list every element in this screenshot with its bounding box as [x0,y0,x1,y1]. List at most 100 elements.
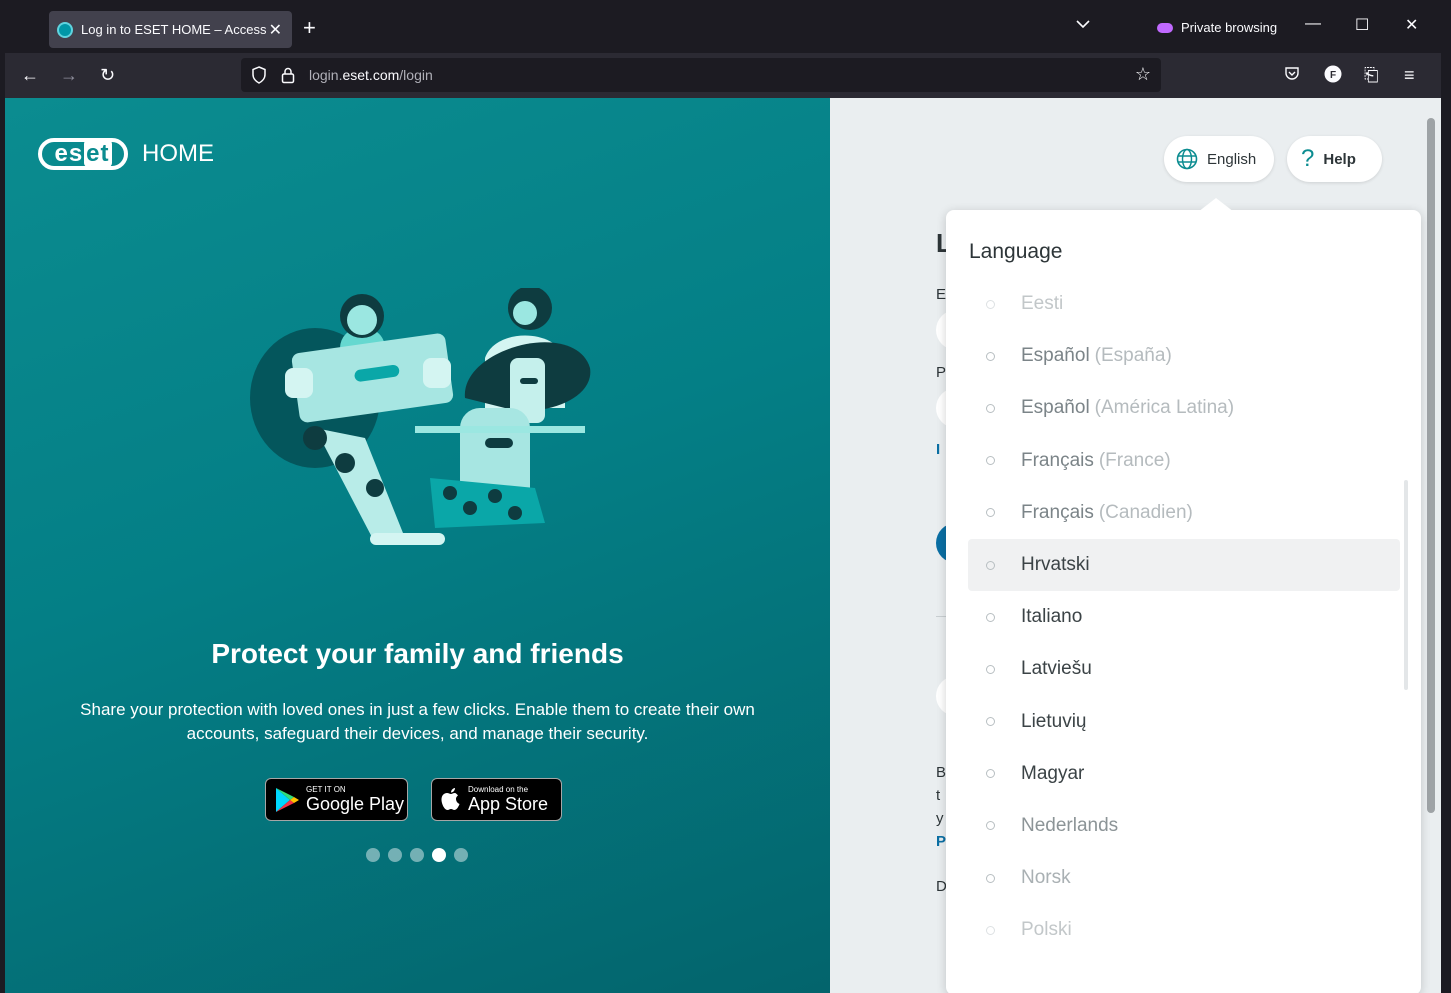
extensions-icon[interactable]: ⎗ [1364,65,1378,85]
terms-text-fragment-3: y [936,810,944,827]
language-region: (France) [1098,449,1171,471]
url-text[interactable]: login.eset.com/login [309,67,433,83]
apple-icon [441,787,460,810]
language-label: English [1207,150,1257,168]
language-option[interactable]: Español (América Latina) [968,382,1400,434]
language-region: (América Latina) [1094,397,1235,419]
popover-title: Language [969,240,1063,263]
language-region: (España) [1094,345,1172,367]
address-bar[interactable]: login.eset.com/login ☆ [241,58,1161,92]
private-mask-icon [1157,22,1173,33]
carousel-dot[interactable] [410,848,424,862]
maximize-button[interactable]: ☐ [1355,15,1369,35]
app-store-big: App Store [468,794,549,814]
pocket-icon[interactable] [1284,65,1300,87]
language-option[interactable]: Italiano [968,591,1400,643]
language-name: Français [1021,501,1094,523]
google-play-icon [276,787,299,812]
minimize-button[interactable]: — [1305,15,1321,33]
reload-icon[interactable]: ↻ [100,65,115,85]
language-option-hovered[interactable]: Hrvatski [968,538,1400,592]
logo-text: es et [54,140,112,167]
avatar-circle: F [1324,65,1342,83]
language-name: Polski [1021,919,1072,941]
popover-arrow [1198,198,1234,212]
language-name: Norsk [1021,867,1071,889]
lock-icon[interactable] [281,66,295,84]
account-avatar-icon[interactable]: F [1324,65,1342,87]
url-prefix: login. [309,67,343,83]
app-store-button[interactable]: Download on the App Store [431,778,562,821]
private-browsing-indicator: Private browsing [1157,20,1277,35]
forgot-link-fragment[interactable]: I [936,441,940,458]
language-name: Français [1021,449,1094,471]
language-name: Magyar [1021,762,1085,784]
list-all-tabs-button[interactable] [1074,17,1092,36]
forward-arrow-icon[interactable]: → [60,65,78,85]
promo-panel: es et HOME Protect your family and frien… [5,98,830,993]
tracking-shield-icon[interactable] [251,66,267,84]
page-scrollbar[interactable] [1427,118,1435,813]
language-button[interactable]: English [1164,136,1274,182]
radio-icon [986,560,995,570]
language-name: Italiano [1021,606,1083,628]
google-play-big: Google Play [306,794,405,814]
menu-hamburger-icon[interactable]: ≡ [1404,65,1415,85]
privacy-link-fragment[interactable]: P [936,833,946,850]
language-name: Lietuvių [1021,710,1087,732]
eset-logo-mark: es et [38,138,128,170]
eset-home-logo[interactable]: es et HOME [38,138,214,170]
carousel-dot[interactable] [366,848,380,862]
private-browsing-label: Private browsing [1181,20,1278,35]
language-option[interactable]: Polski [968,904,1400,956]
language-name: Nederlands [1021,814,1119,836]
language-option[interactable]: Magyar [968,748,1400,800]
globe-icon [1176,148,1198,170]
tab-eset-login[interactable]: Log in to ESET HOME – Access & ✕ [49,11,292,48]
radio-icon [986,351,995,361]
url-path: /login [399,67,433,83]
svg-text:F: F [1330,70,1336,81]
help-label: Help [1323,150,1356,168]
navigation-toolbar: ← → ↻ login.eset.com/login ☆ F ⎗ ≡ [5,53,1441,98]
radio-icon [986,821,995,831]
close-tab-icon[interactable]: ✕ [269,20,282,40]
terms-text-fragment-1: B [936,764,947,781]
page-content: es et HOME Protect your family and frien… [5,98,1441,993]
language-option[interactable]: Latviešu [968,643,1400,695]
language-name: Latviešu [1021,658,1092,680]
google-play-text: GET IT ON Google Play [306,785,404,814]
help-button[interactable]: ? Help [1287,136,1382,182]
radio-icon [986,769,995,779]
password-label-fragment: P [936,364,947,381]
eset-favicon-icon [57,21,73,38]
email-label-fragment: E [936,286,947,303]
terms-text-fragment-2: t [936,787,941,804]
language-name: Eesti [1021,293,1064,315]
url-domain: eset.com [342,67,400,83]
language-option[interactable]: Lietuvių [968,696,1400,748]
close-window-button[interactable]: ✕ [1405,15,1418,35]
google-play-button[interactable]: GET IT ON Google Play [265,778,408,821]
language-option[interactable]: Norsk [968,852,1400,904]
language-option[interactable]: Français (Canadien) [968,487,1400,539]
google-play-small: GET IT ON [306,785,346,794]
language-option[interactable]: Français (France) [968,435,1400,487]
tab-title: Log in to ESET HOME – Access & [81,22,266,37]
carousel-dot[interactable] [454,848,468,862]
radio-icon [986,299,995,309]
carousel-dot-active[interactable] [432,848,446,862]
language-option[interactable]: Español (España) [968,330,1400,382]
new-tab-button[interactable]: + [303,15,316,41]
slide-description: Share your protection with loved ones in… [80,700,755,743]
bookmark-star-icon[interactable]: ☆ [1135,64,1151,85]
popover-scrollbar[interactable] [1404,480,1408,690]
language-option[interactable]: Nederlands [968,800,1400,852]
radio-icon [986,873,995,883]
slide-title: Protect your family and friends [211,638,624,669]
back-arrow-icon[interactable]: ← [21,65,39,85]
language-name: Español [1021,345,1090,367]
language-option[interactable]: Eesti [968,278,1400,330]
carousel-dot[interactable] [388,848,402,862]
browser-window: Log in to ESET HOME – Access & ✕ + Priva… [5,5,1441,993]
